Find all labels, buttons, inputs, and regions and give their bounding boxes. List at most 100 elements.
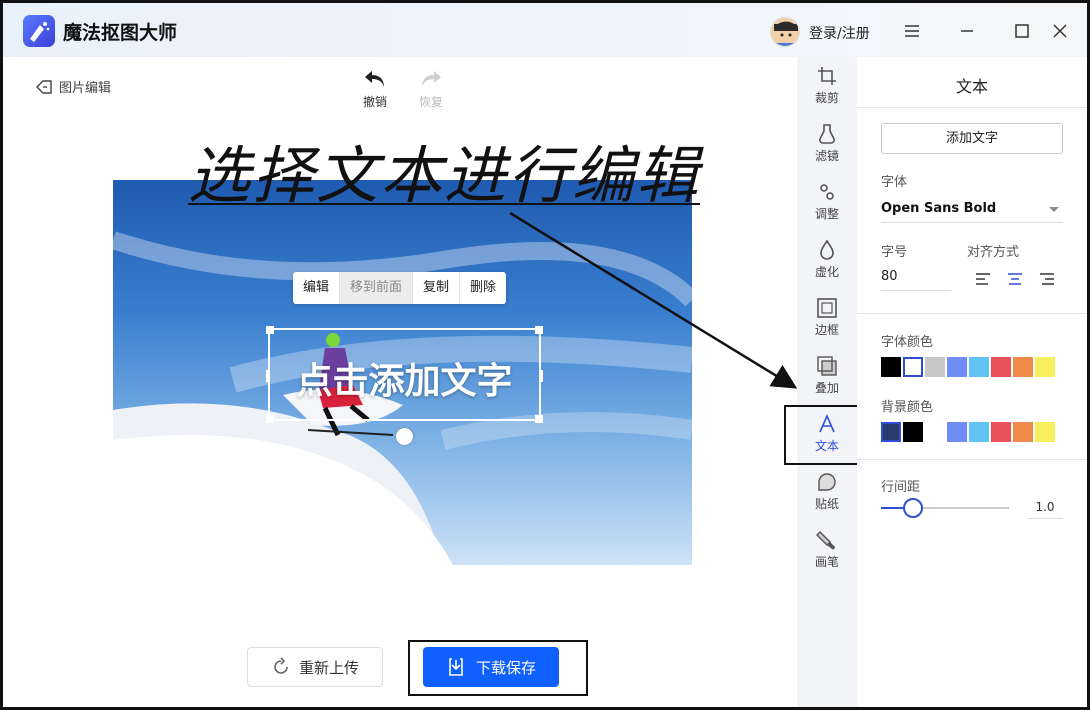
line-spacing-value[interactable]: 1.0 (1027, 497, 1063, 519)
add-text-button[interactable]: 添加文字 (881, 123, 1063, 154)
font-color-swatch[interactable] (947, 357, 967, 377)
font-color-swatch[interactable] (991, 357, 1011, 377)
tool-label: 贴纸 (814, 497, 839, 511)
font-size-label: 字号 (881, 245, 908, 260)
text-context-menu: 编辑 移到前面 复制 删除 (293, 272, 507, 304)
download-save-button[interactable]: 下载保存 (423, 647, 559, 687)
rotate-handle[interactable] (396, 428, 413, 445)
resize-handle-tl[interactable] (266, 326, 274, 334)
font-select[interactable]: Open Sans Bold (881, 197, 1063, 223)
app-window: 魔法抠图大师 登录/注册 图片编辑 撤销 恢复 编辑 移到前面 复制 删除 点击… (0, 0, 1090, 710)
resize-handle-bl[interactable] (266, 415, 274, 423)
tool-label: 滤镜 (814, 149, 839, 163)
divider (857, 459, 1087, 460)
bg-color-swatch[interactable] (947, 422, 967, 442)
menu-icon[interactable] (901, 20, 923, 42)
tool-adjust[interactable]: 调整 (797, 181, 857, 222)
title-bar: 魔法抠图大师 登录/注册 (3, 3, 1087, 57)
redo-button[interactable]: 恢复 (411, 69, 451, 110)
overlay-icon (817, 356, 837, 376)
tool-label: 裁剪 (814, 91, 839, 105)
resize-handle-br[interactable] (535, 415, 543, 423)
ctx-edit-button[interactable]: 编辑 (293, 272, 341, 304)
brush-icon (816, 531, 836, 550)
app-logo-icon (23, 15, 55, 47)
login-register-link[interactable]: 登录/注册 (809, 23, 870, 43)
redo-icon (422, 71, 441, 87)
font-color-swatch[interactable] (925, 357, 945, 377)
crop-icon (818, 67, 836, 85)
text-layer-content[interactable]: 点击添加文字 (270, 352, 539, 404)
text-layer-box[interactable]: 点击添加文字 (266, 326, 543, 423)
ctx-delete-button[interactable]: 删除 (460, 272, 506, 304)
tool-overlay[interactable]: 叠加 (797, 355, 857, 396)
align-left-icon[interactable] (975, 271, 991, 285)
sticker-icon (818, 473, 836, 491)
tool-crop[interactable]: 裁剪 (797, 65, 857, 106)
tool-label: 边框 (814, 323, 839, 337)
download-save-label: 下载保存 (475, 658, 536, 677)
tool-label: 画笔 (814, 555, 839, 569)
font-color-swatch[interactable] (969, 357, 989, 377)
font-color-swatch[interactable] (881, 357, 901, 377)
bg-color-swatch[interactable] (881, 422, 901, 442)
bg-color-label: 背景颜色 (881, 400, 934, 415)
reupload-label: 重新上传 (298, 658, 359, 677)
align-label: 对齐方式 (967, 245, 1020, 260)
bg-color-swatch[interactable] (1013, 422, 1033, 442)
bg-color-swatch[interactable] (969, 422, 989, 442)
refresh-icon (274, 657, 288, 674)
ctx-bring-forward-button[interactable]: 移到前面 (340, 272, 414, 304)
border-icon (817, 298, 837, 318)
tool-label: 调整 (814, 207, 839, 221)
annotation-title: 选择文本进行编辑 (188, 139, 701, 212)
align-right-icon[interactable] (1039, 271, 1055, 285)
line-spacing-thumb[interactable] (903, 498, 923, 518)
bg-color-swatch[interactable] (1035, 422, 1055, 442)
resize-handle-tr[interactable] (535, 326, 543, 334)
font-label: 字体 (881, 175, 908, 190)
tool-column: 裁剪 滤镜 调整 虚化 边框 叠加 文本 贴纸 画笔 (797, 57, 857, 707)
avatar[interactable] (770, 17, 800, 47)
chevron-down-icon (1049, 207, 1059, 212)
undo-label: 撤销 (362, 95, 387, 109)
back-to-image-edit[interactable]: 图片编辑 (35, 77, 111, 96)
font-color-swatches (881, 357, 1055, 377)
divider (857, 107, 1087, 108)
text-properties-panel: 文本 添加文字 字体 Open Sans Bold 字号 对齐方式 80 字体颜… (857, 57, 1087, 707)
download-icon (449, 658, 463, 676)
adjust-icon (820, 184, 834, 200)
font-color-swatch[interactable] (1035, 357, 1055, 377)
tool-blur[interactable]: 虚化 (797, 239, 857, 280)
minimize-icon[interactable] (956, 20, 978, 42)
font-color-swatch[interactable] (1013, 357, 1033, 377)
tool-filter[interactable]: 滤镜 (797, 123, 857, 164)
home-back-icon (36, 79, 52, 94)
bg-color-swatch[interactable] (925, 422, 945, 442)
panel-title: 文本 (955, 77, 988, 96)
tool-label: 叠加 (814, 381, 839, 395)
align-center-icon[interactable] (1007, 271, 1023, 285)
tool-border[interactable]: 边框 (797, 297, 857, 338)
reupload-button[interactable]: 重新上传 (247, 647, 383, 687)
font-select-value: Open Sans Bold (881, 201, 997, 216)
app-title: 魔法抠图大师 (63, 22, 178, 44)
resize-handle-right[interactable] (539, 370, 543, 382)
undo-icon (365, 71, 384, 87)
ctx-copy-button[interactable]: 复制 (413, 272, 461, 304)
bg-color-swatch[interactable] (991, 422, 1011, 442)
bg-color-swatch[interactable] (903, 422, 923, 442)
font-size-input[interactable]: 80 (881, 265, 951, 291)
font-color-label: 字体颜色 (881, 335, 934, 350)
close-icon[interactable] (1049, 20, 1071, 42)
back-label: 图片编辑 (59, 81, 112, 96)
tool-brush[interactable]: 画笔 (797, 529, 857, 570)
tool-sticker[interactable]: 贴纸 (797, 471, 857, 512)
filter-icon (819, 124, 835, 144)
font-color-swatch[interactable] (903, 357, 923, 377)
divider (857, 313, 1087, 314)
maximize-icon[interactable] (1011, 20, 1033, 42)
undo-button[interactable]: 撤销 (355, 69, 395, 110)
bg-color-swatches (881, 422, 1055, 442)
line-spacing-label: 行间距 (881, 480, 921, 495)
